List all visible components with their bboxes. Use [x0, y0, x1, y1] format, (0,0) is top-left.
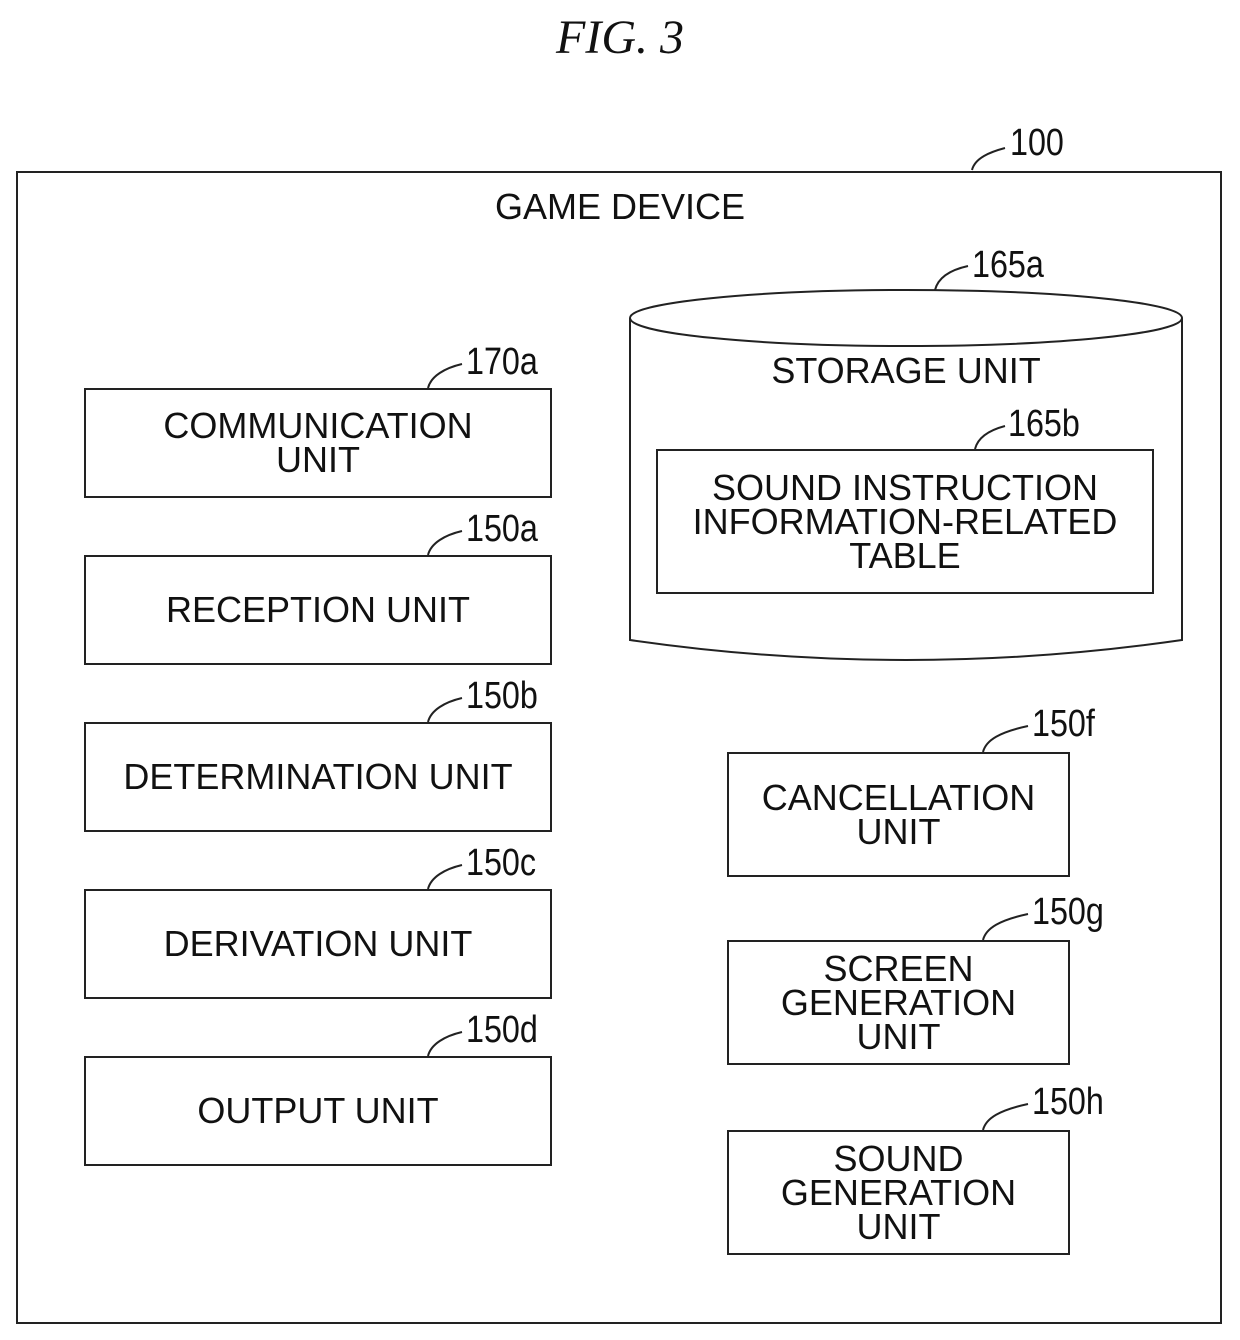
ref-label-150d: 150d [466, 1009, 538, 1051]
screen-generation-unit-label: SCREEN GENERATION UNIT [780, 947, 1017, 1057]
storage-unit-label: STORAGE UNIT [771, 350, 1041, 391]
ref-label-165a: 165a [972, 244, 1044, 286]
determination-unit-label: DETERMINATION UNIT [123, 756, 513, 797]
ref-label-150g: 150g [1032, 891, 1104, 933]
output-unit-box: OUTPUT UNIT [84, 1056, 552, 1166]
determination-unit-box: DETERMINATION UNIT [84, 722, 552, 832]
ref-label-100: 100 [1010, 122, 1064, 164]
sound-generation-unit-box: SOUND GENERATION UNIT [727, 1130, 1070, 1255]
ref-label-165b: 165b [1008, 403, 1080, 445]
ref-label-150f: 150f [1032, 703, 1095, 745]
ref-label-150a: 150a [466, 508, 538, 550]
derivation-unit-label: DERIVATION UNIT [163, 923, 473, 964]
cancellation-unit-label: CANCELLATION UNIT [761, 776, 1036, 852]
leader-line-100 [971, 147, 1006, 171]
game-device-title: GAME DEVICE [494, 186, 746, 227]
sound-instruction-table-label: SOUND INSTRUCTION INFORMATION-RELATED TA… [692, 466, 1118, 576]
ref-label-150h: 150h [1032, 1081, 1104, 1123]
screen-generation-unit-box: SCREEN GENERATION UNIT [727, 940, 1070, 1065]
reception-unit-box: RECEPTION UNIT [84, 555, 552, 665]
ref-label-170a: 170a [466, 341, 538, 383]
reception-unit-label: RECEPTION UNIT [165, 589, 470, 630]
ref-label-150c: 150c [466, 842, 537, 884]
ref-label-150b: 150b [466, 675, 538, 717]
sound-generation-unit-label: SOUND GENERATION UNIT [780, 1137, 1017, 1247]
figure-title: FIG. 3 [556, 11, 684, 64]
derivation-unit-box: DERIVATION UNIT [84, 889, 552, 999]
output-unit-label: OUTPUT UNIT [197, 1090, 439, 1131]
sound-instruction-table-box: SOUND INSTRUCTION INFORMATION-RELATED TA… [656, 449, 1154, 594]
cancellation-unit-box: CANCELLATION UNIT [727, 752, 1070, 877]
communication-unit-box: COMMUNICATION UNIT [84, 388, 552, 498]
communication-unit-label: COMMUNICATION UNIT [163, 405, 473, 480]
